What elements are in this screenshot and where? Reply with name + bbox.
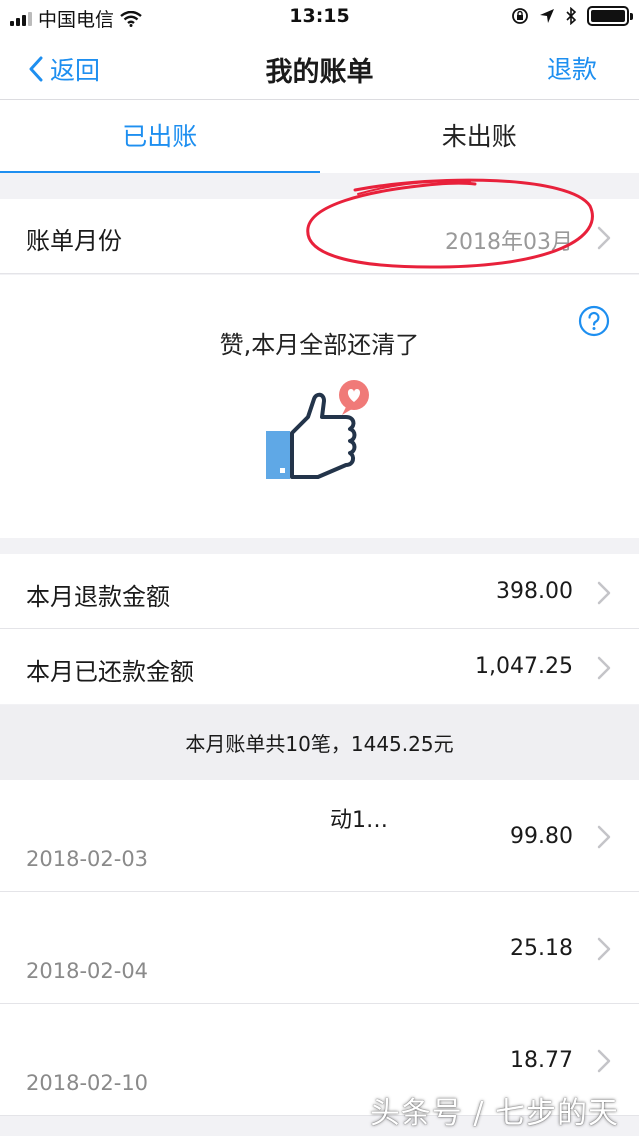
- question-circle-icon[interactable]: [578, 305, 610, 337]
- bill-item-name: 动1…: [330, 808, 388, 833]
- repaid-amount-label: 本月已还款金额: [26, 658, 194, 686]
- bill-item-amount: 99.80: [510, 824, 573, 849]
- chevron-right-icon: [597, 825, 611, 849]
- repaid-amount-value: 1,047.25: [475, 654, 573, 679]
- chevron-right-icon: [597, 1049, 611, 1073]
- thumbs-up-heart-icon: [266, 380, 369, 479]
- tab-unbilled[interactable]: 未出账: [320, 100, 639, 173]
- red-circle-annotation: [306, 178, 594, 269]
- bill-month-label: 账单月份: [26, 227, 122, 255]
- bill-item-amount: 25.18: [510, 936, 573, 961]
- bill-item[interactable]: 动1… 2018-02-03 99.80: [0, 780, 639, 892]
- paid-off-message: 赞,本月全部还清了: [219, 331, 420, 359]
- bill-count-summary: 本月账单共10笔，1445.25元: [0, 705, 639, 780]
- chevron-right-icon: [597, 581, 611, 605]
- bill-item-date: 2018-02-03: [26, 847, 149, 871]
- repaid-amount-row[interactable]: 本月已还款金额 1,047.25: [0, 629, 639, 704]
- bluetooth-icon: [566, 7, 577, 25]
- refund-amount-row[interactable]: 本月退款金额 398.00: [0, 554, 639, 629]
- watermark: 头条号 / 七步的天: [369, 1096, 619, 1131]
- location-icon: [540, 9, 554, 23]
- refund-amount-label: 本月退款金额: [26, 583, 170, 611]
- page-title: 我的账单: [265, 57, 374, 88]
- summary-card: 赞,本月全部还清了: [0, 275, 639, 538]
- status-right: [511, 6, 633, 26]
- battery-icon: [587, 6, 633, 26]
- bill-item[interactable]: 2018-02-04 25.18: [0, 892, 639, 1004]
- monthly-stats-list: 本月退款金额 398.00 本月已还款金额 1,047.25: [0, 554, 639, 704]
- refund-button[interactable]: 退款: [547, 50, 597, 86]
- bill-tabs: 已出账 未出账: [0, 100, 639, 173]
- nav-bar: 返回 我的账单 退款: [0, 34, 639, 100]
- bill-item-date: 2018-02-10: [26, 1071, 149, 1095]
- bill-item-amount: 18.77: [510, 1048, 573, 1073]
- chevron-right-icon: [597, 656, 611, 680]
- status-bar: 中国电信 13:15: [0, 0, 639, 34]
- chevron-right-icon: [597, 937, 611, 961]
- bill-list: 动1… 2018-02-03 99.80 2018-02-04 25.18 20…: [0, 780, 639, 1116]
- tab-billed[interactable]: 已出账: [0, 100, 320, 173]
- orientation-lock-icon: [512, 8, 528, 24]
- refund-amount-value: 398.00: [496, 579, 573, 604]
- bill-item-date: 2018-02-04: [26, 959, 149, 983]
